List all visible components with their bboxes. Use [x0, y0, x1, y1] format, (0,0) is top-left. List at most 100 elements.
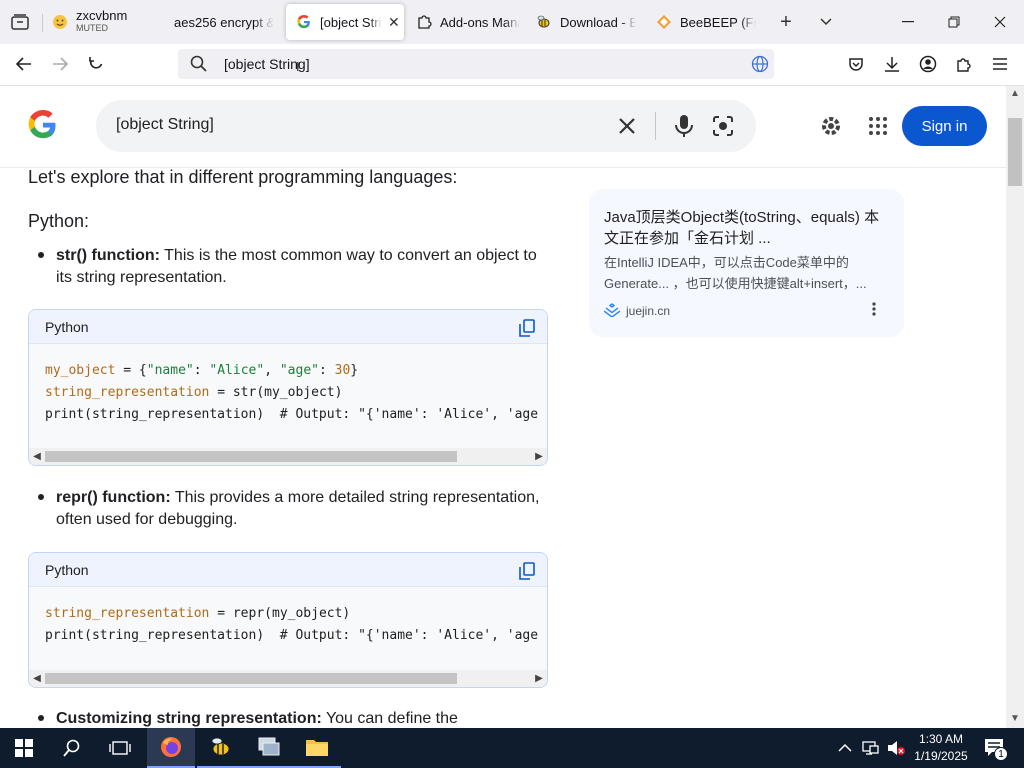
search-divider — [655, 112, 656, 140]
scroll-right-icon[interactable]: ▶ — [531, 670, 547, 687]
clock-date: 1/19/2025 — [914, 749, 968, 763]
emoji-face-icon — [52, 14, 68, 30]
settings-gear-icon[interactable] — [820, 115, 842, 142]
pocket-icon[interactable] — [842, 50, 870, 78]
scroll-down-icon[interactable]: ▼ — [1010, 713, 1020, 724]
tab-list-chevron-icon[interactable] — [812, 8, 840, 36]
code-block-2: Python string_representation = repr(my_o… — [28, 552, 548, 688]
copy-code-icon[interactable] — [519, 562, 535, 583]
restore-icon[interactable] — [940, 8, 968, 36]
card-title[interactable]: Java顶层类Object类(toString、equals) 本文正在参加「金… — [604, 207, 889, 249]
new-tab-icon[interactable]: + — [772, 8, 800, 36]
bullet-dot — [38, 252, 44, 258]
network-app-taskbar-icon[interactable] — [245, 728, 293, 768]
search-query[interactable]: [object String] — [116, 116, 214, 134]
scrollbar-thumb[interactable] — [45, 451, 457, 462]
tab-download-beebeep[interactable]: Download - BeeBEEP — [536, 4, 636, 40]
tab-title: aes256 encrypt & decrypt — [174, 14, 274, 30]
tab-object-string[interactable]: [object String] ✕ — [286, 4, 404, 40]
juejin-logo-icon — [603, 303, 621, 322]
scroll-left-icon[interactable]: ◀ — [29, 448, 45, 465]
navigation-toolbar: [object String] I — [0, 44, 1024, 86]
volume-muted-icon[interactable] — [886, 739, 906, 762]
address-bar[interactable]: [object String] I — [178, 49, 774, 79]
bullet-text: You can define the — [321, 710, 458, 727]
intro-text: Let's explore that in different programm… — [28, 167, 458, 187]
list-all-tabs-icon[interactable] — [6, 8, 34, 36]
card-snippet: 在IntelliJ IDEA中，可以点击Code菜单中的Generate... … — [604, 255, 867, 291]
bullet-dot — [38, 715, 44, 721]
more-options-icon[interactable] — [871, 301, 877, 322]
lens-camera-icon[interactable] — [712, 115, 734, 142]
windows-taskbar: 1:30 AM 1/19/2025 1 — [0, 728, 1024, 768]
account-icon[interactable] — [914, 50, 942, 78]
sign-in-button[interactable]: Sign in — [902, 106, 987, 146]
google-apps-icon[interactable] — [869, 117, 887, 140]
puzzle-icon — [416, 14, 432, 30]
windows-start-icon[interactable] — [0, 728, 48, 768]
code-language-label: Python — [45, 318, 89, 335]
extensions-icon[interactable] — [950, 50, 978, 78]
scroll-right-icon[interactable]: ▶ — [531, 448, 547, 465]
tab-title: [object String] — [320, 14, 382, 30]
action-center-icon[interactable]: 1 — [984, 738, 1008, 763]
back-icon[interactable] — [10, 50, 38, 78]
close-window-icon[interactable] — [986, 8, 1014, 36]
code-block-1: Python my_object = {"name": "Alice", "ag… — [28, 309, 548, 466]
code-language-label: Python — [45, 561, 89, 578]
beebeep-taskbar-icon[interactable] — [197, 728, 245, 768]
taskbar-search-icon[interactable] — [48, 728, 96, 768]
search-icon — [190, 55, 207, 77]
tab-title: Add-ons Manager — [440, 14, 520, 30]
code-horizontal-scrollbar[interactable]: ◀ ▶ — [29, 670, 547, 687]
forward-icon[interactable] — [46, 50, 74, 78]
notification-count-badge: 1 — [994, 747, 1008, 761]
bullet-bold-label: Customizing string representation: — [56, 710, 322, 727]
translate-globe-icon[interactable] — [751, 55, 769, 78]
close-tab-icon[interactable]: ✕ — [388, 14, 400, 31]
reload-icon[interactable] — [82, 50, 110, 78]
code-block-header: Python — [29, 310, 547, 344]
code-block-header: Python — [29, 553, 547, 587]
scroll-up-icon[interactable]: ▲ — [1010, 88, 1020, 99]
tab-aes256[interactable]: aes256 encrypt & decrypt — [174, 4, 274, 40]
source-card[interactable]: Java顶层类Object类(toString、equals) 本文正在参加「金… — [589, 189, 904, 337]
python-heading: Python: — [28, 211, 90, 231]
code-horizontal-scrollbar[interactable]: ◀ ▶ — [29, 448, 547, 465]
task-view-icon[interactable] — [96, 728, 144, 768]
code-line: my_object = {"name": "Alice", "age": 30} — [45, 363, 359, 378]
web-page: [object String] Sign in Let's explore th… — [0, 86, 1024, 728]
page-vertical-scrollbar[interactable]: ▲ ▼ — [1006, 86, 1024, 728]
tab-title: zxcvbnm — [76, 8, 128, 23]
app-menu-icon[interactable] — [986, 50, 1014, 78]
network-status-icon[interactable] — [862, 740, 880, 761]
google-logo-icon[interactable] — [28, 110, 58, 145]
tab-muted-label: MUTED — [76, 23, 108, 33]
scrollbar-thumb[interactable] — [1008, 118, 1022, 186]
bee-icon — [536, 14, 552, 30]
scrollbar-thumb[interactable] — [45, 673, 457, 684]
tab-beebeep-free[interactable]: BeeBEEP (Free — [656, 4, 756, 40]
show-hidden-icons-icon[interactable] — [838, 740, 852, 758]
copy-code-icon[interactable] — [519, 319, 535, 340]
microphone-icon[interactable] — [674, 114, 694, 143]
tab-title: BeeBEEP (Free — [680, 14, 756, 30]
scroll-left-icon[interactable]: ◀ — [29, 670, 45, 687]
tab-separator — [42, 14, 43, 32]
tab-title: Download - BeeBEEP — [560, 14, 636, 30]
bullet-dot — [38, 494, 44, 500]
file-explorer-taskbar-icon[interactable] — [293, 728, 341, 768]
clear-search-icon[interactable] — [618, 117, 636, 140]
code-content: my_object = {"name": "Alice", "age": 30}… — [29, 344, 547, 442]
card-source: juejin.cn — [626, 304, 671, 318]
downloads-icon[interactable] — [878, 50, 906, 78]
code-line: string_representation = str(my_object) — [45, 385, 343, 400]
tab-zxcvbnm[interactable]: zxcvbnm MUTED — [52, 4, 160, 40]
firefox-taskbar-icon[interactable] — [147, 728, 195, 768]
google-search-box[interactable]: [object String] — [96, 100, 756, 152]
clock[interactable]: 1:30 AM 1/19/2025 — [908, 731, 974, 765]
tab-addons-manager[interactable]: Add-ons Manager — [416, 4, 520, 40]
text-cursor-icon: I — [296, 59, 300, 74]
bullet-bold-label: repr() function: — [56, 489, 171, 506]
minimize-icon[interactable] — [894, 8, 922, 36]
